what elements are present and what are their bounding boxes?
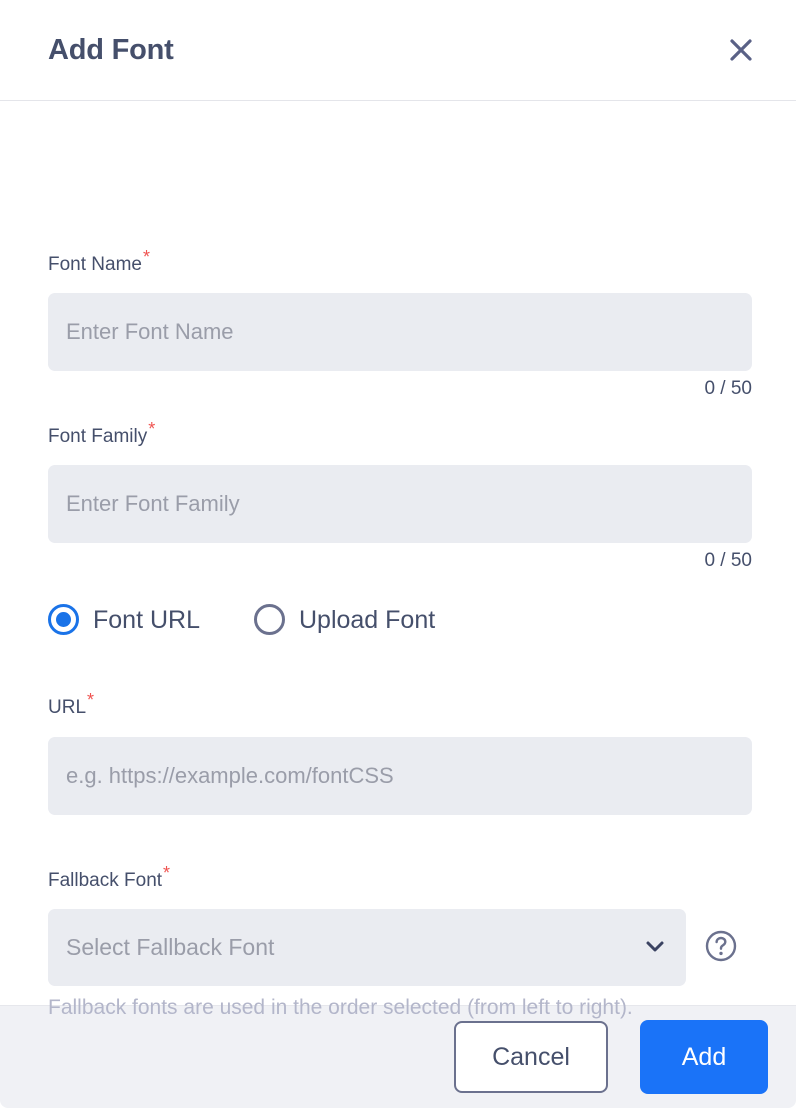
url-input[interactable] [48, 737, 752, 815]
radio-label-upload-font: Upload Font [298, 605, 436, 634]
radio-unselected-icon [253, 604, 285, 635]
fallback-font-select[interactable]: Select Fallback Font [48, 909, 686, 986]
close-icon [728, 37, 754, 63]
font-name-input[interactable] [48, 293, 752, 371]
fallback-font-label-text: Fallback Font [48, 870, 163, 891]
fallback-font-hint: Fallback fonts are used in the order sel… [48, 996, 633, 1019]
font-family-label: Font Family* [48, 420, 155, 449]
font-name-character-counter: 0 / 50 [704, 378, 752, 399]
radio-option-upload-font[interactable]: Upload Font [253, 604, 436, 635]
font-family-label-text: Font Family [48, 426, 148, 447]
add-font-dialog: Add Font Font Name* 0 / 50 Font Family* … [0, 0, 796, 1108]
cancel-button[interactable]: Cancel [454, 1021, 608, 1093]
radio-label-font-url: Font URL [93, 605, 200, 634]
required-asterisk: * [148, 418, 156, 439]
help-circle-icon-button[interactable] [704, 929, 738, 966]
font-source-radio-group: Font URL Upload Font [48, 604, 435, 635]
radio-selected-icon [48, 604, 79, 635]
required-asterisk: * [163, 862, 171, 883]
add-button[interactable]: Add [640, 1020, 768, 1094]
font-name-label-text: Font Name [48, 254, 142, 275]
page-title: Add Font [48, 34, 174, 66]
dialog-header: Add Font [0, 0, 796, 101]
required-asterisk: * [87, 689, 95, 710]
url-label-text: URL [48, 697, 87, 718]
font-family-input[interactable] [48, 465, 752, 543]
required-asterisk: * [142, 246, 150, 267]
help-circle-icon [704, 929, 738, 966]
fallback-font-select-value: Select Fallback Font [66, 934, 275, 960]
dialog-body: Font Name* 0 / 50 Font Family* 0 / 50 Fo… [0, 101, 796, 1019]
fallback-font-row: Select Fallback Font [48, 909, 738, 986]
font-name-label: Font Name* [48, 248, 150, 277]
chevron-down-icon [642, 933, 668, 962]
url-label: URL* [48, 691, 94, 720]
font-family-character-counter: 0 / 50 [704, 550, 752, 571]
fallback-font-label: Fallback Font* [48, 864, 170, 893]
radio-option-font-url[interactable]: Font URL [48, 604, 200, 635]
close-button[interactable] [721, 30, 761, 70]
